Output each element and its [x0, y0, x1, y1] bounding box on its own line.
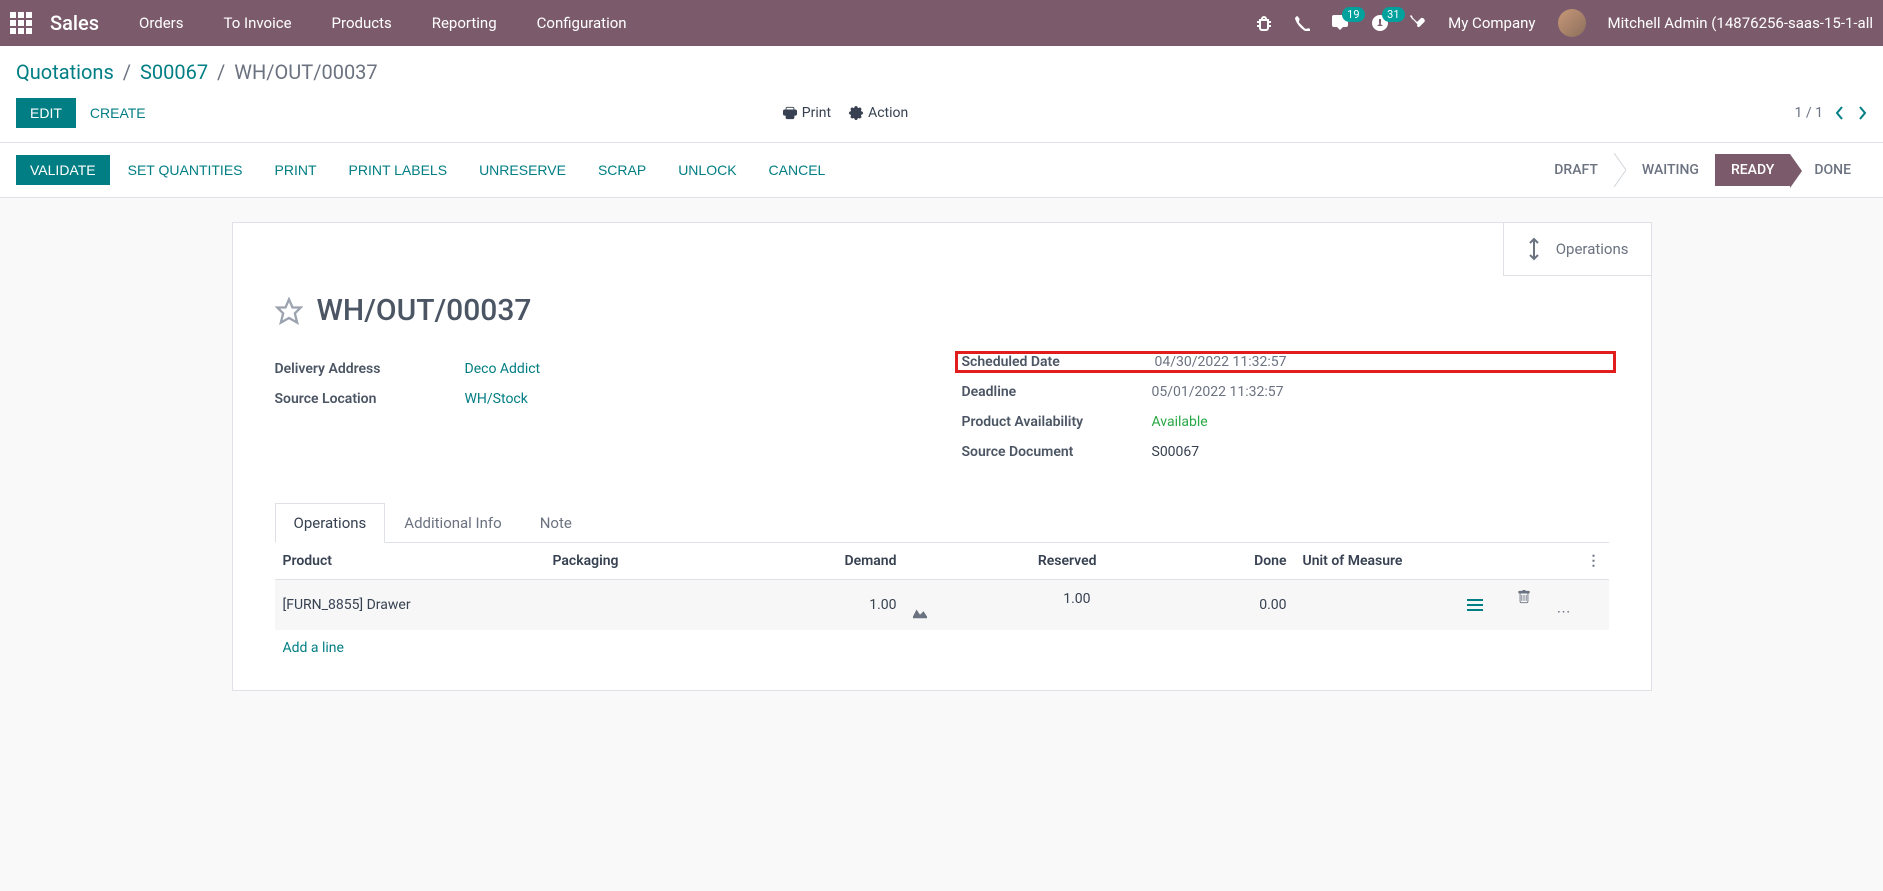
tabs: Operations Additional Info Note [275, 503, 1609, 543]
table-options-icon[interactable]: ⋮ [1587, 553, 1601, 569]
product-availability-label: Product Availability [962, 414, 1152, 430]
status-ready[interactable]: Ready [1715, 154, 1790, 186]
unreserve-button[interactable]: Unreserve [465, 155, 580, 185]
source-document-value[interactable]: S00067 [1152, 444, 1200, 460]
unlock-button[interactable]: Unlock [664, 155, 750, 185]
pager-text[interactable]: 1 / 1 [1795, 105, 1823, 121]
print-labels-button[interactable]: Print Labels [335, 155, 462, 185]
nav-orders[interactable]: Orders [139, 14, 184, 32]
nav-products[interactable]: Products [332, 14, 392, 32]
cell-done: 0.00 [1105, 580, 1295, 631]
action-label: Action [868, 105, 908, 121]
print-label: Print [802, 105, 831, 121]
record-title: WH/OUT/00037 [317, 293, 532, 328]
add-line-link[interactable]: Add a line [283, 640, 344, 656]
edit-button[interactable]: Edit [16, 98, 76, 128]
tab-additional-info[interactable]: Additional Info [385, 503, 520, 542]
sheet-wrap: Operations WH/OUT/00037 Delivery Address… [0, 198, 1883, 691]
col-uom[interactable]: Unit of Measure [1295, 543, 1459, 580]
col-done[interactable]: Done [1105, 543, 1295, 580]
avatar[interactable] [1558, 9, 1586, 37]
source-location-value[interactable]: WH/Stock [465, 391, 528, 407]
delivery-address-value[interactable]: Deco Addict [465, 361, 541, 377]
activities-badge: 31 [1382, 7, 1404, 22]
pager-prev[interactable] [1835, 105, 1845, 121]
delivery-address-label: Delivery Address [275, 361, 465, 377]
action-dropdown[interactable]: Action [849, 105, 908, 121]
breadcrumb-sep: / [217, 60, 225, 84]
breadcrumb: Quotations / S00067 / WH/OUT/00037 [16, 60, 378, 84]
gear-icon [849, 106, 863, 120]
cancel-button[interactable]: Cancel [755, 155, 840, 185]
product-availability-value: Available [1152, 414, 1208, 430]
breadcrumb-row: Quotations / S00067 / WH/OUT/00037 [0, 46, 1883, 92]
scrap-button[interactable]: Scrap [584, 155, 660, 185]
tab-operations[interactable]: Operations [275, 503, 386, 543]
tab-note[interactable]: Note [521, 503, 591, 542]
print-dropdown[interactable]: Print [783, 105, 831, 121]
breadcrumb-current: WH/OUT/00037 [234, 60, 377, 84]
cell-product: [FURN_8855] Drawer [275, 580, 545, 631]
status-sep [1614, 153, 1626, 187]
deadline-label: Deadline [962, 384, 1152, 400]
status-draft[interactable]: Draft [1538, 154, 1614, 186]
right-fields: Scheduled Date 04/30/2022 11:32:57 Deadl… [962, 354, 1609, 467]
operations-stat-label: Operations [1556, 240, 1629, 258]
status-bar: Draft Waiting Ready Done [1538, 153, 1867, 187]
nav-reporting[interactable]: Reporting [432, 14, 497, 32]
app-brand[interactable]: Sales [50, 11, 99, 35]
operations-table: Product Packaging Demand Reserved Done U… [275, 543, 1609, 666]
breadcrumb-root[interactable]: Quotations [16, 60, 114, 84]
top-nav: Sales Orders To Invoice Products Reporti… [0, 0, 1883, 46]
print-icon [783, 106, 797, 120]
phone-icon[interactable] [1294, 15, 1310, 31]
pager: 1 / 1 [1795, 105, 1867, 121]
details-icon[interactable] [1467, 599, 1501, 611]
updown-icon [1526, 237, 1542, 261]
scheduled-date-value: 04/30/2022 11:32:57 [1155, 354, 1287, 370]
favorite-star-icon[interactable] [275, 297, 303, 325]
messages-badge: 19 [1342, 7, 1364, 22]
pager-next[interactable] [1857, 105, 1867, 121]
control-panel: Edit Create Print Action 1 / 1 [0, 92, 1883, 143]
print-button[interactable]: Print [261, 155, 331, 185]
set-quantities-button[interactable]: Set Quantities [114, 155, 257, 185]
cell-uom [1295, 580, 1459, 631]
messages-icon[interactable]: 19 [1332, 15, 1350, 31]
left-fields: Delivery Address Deco Addict Source Loca… [275, 354, 922, 467]
delete-row-icon[interactable] [1517, 590, 1571, 604]
breadcrumb-sep: / [123, 60, 131, 84]
form-sheet: Operations WH/OUT/00037 Delivery Address… [232, 222, 1652, 691]
company-switcher[interactable]: My Company [1448, 14, 1535, 32]
nav-configuration[interactable]: Configuration [537, 14, 627, 32]
cell-packaging [545, 580, 765, 631]
activities-icon[interactable]: 31 [1372, 15, 1388, 31]
nav-to-invoice[interactable]: To Invoice [224, 14, 292, 32]
validate-button[interactable]: Validate [16, 155, 110, 185]
table-row[interactable]: [FURN_8855] Drawer 1.00 1.00 0.00 [275, 580, 1609, 631]
col-reserved[interactable]: Reserved [905, 543, 1105, 580]
source-document-label: Source Document [962, 444, 1152, 460]
action-row: Validate Set Quantities Print Print Labe… [0, 143, 1883, 198]
status-waiting[interactable]: Waiting [1626, 154, 1715, 186]
source-location-label: Source Location [275, 391, 465, 407]
cell-reserved: 1.00 [905, 580, 1105, 631]
breadcrumb-parent[interactable]: S00067 [140, 60, 208, 84]
col-packaging[interactable]: Packaging [545, 543, 765, 580]
main-menu: Orders To Invoice Products Reporting Con… [139, 14, 627, 32]
forecast-icon[interactable] [913, 607, 1097, 619]
cell-demand: 1.00 [765, 580, 905, 631]
col-demand[interactable]: Demand [765, 543, 905, 580]
tools-icon[interactable] [1410, 15, 1426, 31]
debug-icon[interactable] [1256, 15, 1272, 31]
create-button[interactable]: Create [76, 98, 160, 128]
scheduled-date-label: Scheduled Date [962, 354, 1155, 370]
scheduled-date-highlight: Scheduled Date 04/30/2022 11:32:57 [955, 351, 1616, 373]
user-menu[interactable]: Mitchell Admin (14876256-saas-15-1-all [1608, 14, 1874, 32]
col-product[interactable]: Product [275, 543, 545, 580]
deadline-value: 05/01/2022 11:32:57 [1152, 384, 1284, 400]
operations-stat-button[interactable]: Operations [1503, 222, 1652, 276]
apps-icon[interactable] [10, 12, 32, 34]
